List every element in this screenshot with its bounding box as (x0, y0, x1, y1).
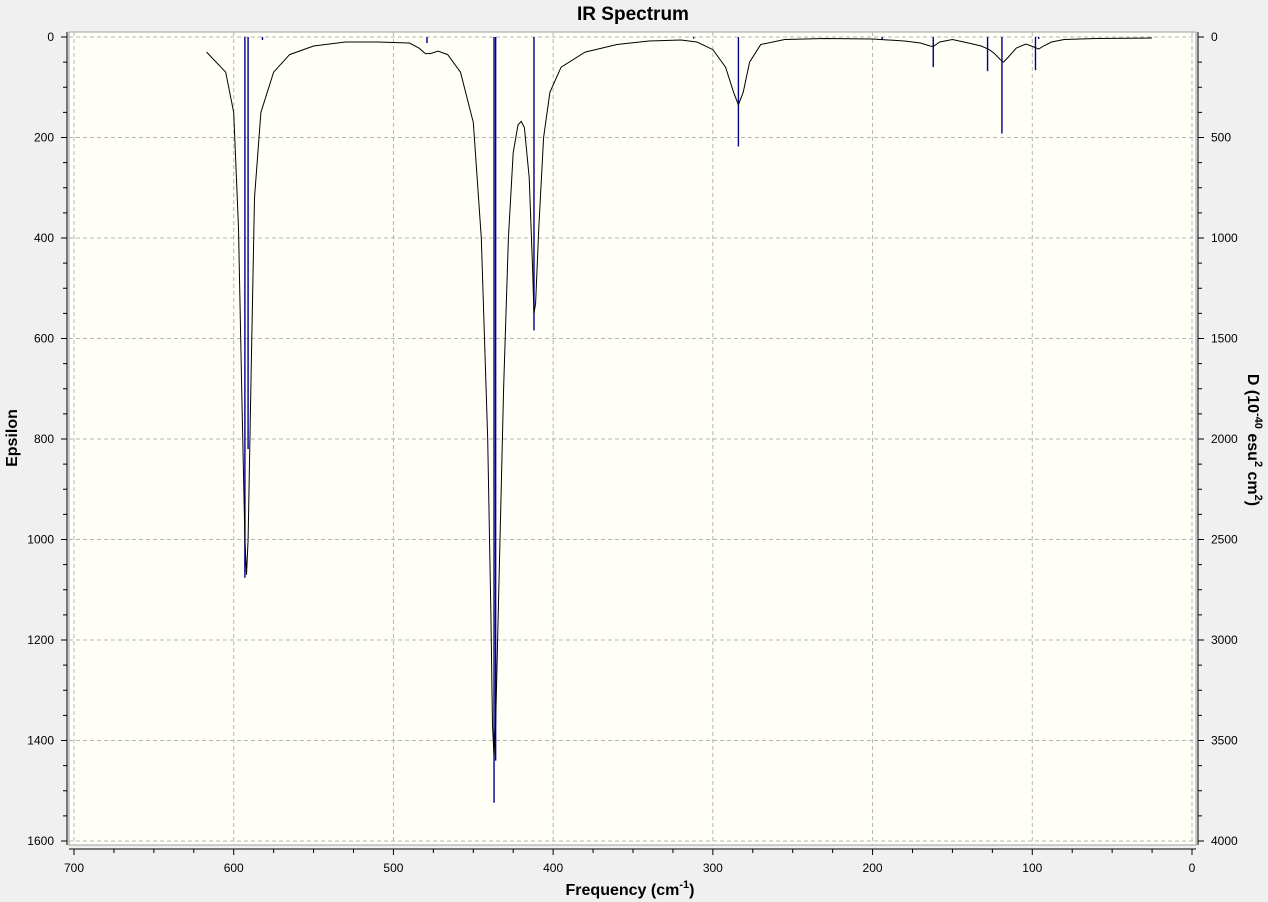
ir-spectrum-chart: 700 600 500 400 300 200 100 0020040060080010001… (0, 0, 1268, 902)
y-left-tick-label: 1400 (27, 734, 54, 748)
x-tick-label: 0 (1189, 861, 1196, 875)
x-tick-label: 200 (863, 861, 883, 875)
y-right-tick-label: 500 (1211, 131, 1231, 145)
x-tick-label: 700 (64, 861, 84, 875)
y-axis-left-title: Epsilon (4, 409, 21, 467)
y-left-tick-label: 200 (34, 131, 54, 145)
chart-title: IR Spectrum (577, 4, 689, 25)
y-left-tick-label: 800 (34, 432, 54, 446)
y-left-tick-label: 1600 (27, 834, 54, 848)
y-right-tick-label: 1500 (1211, 332, 1238, 346)
y-right-tick-label: 2000 (1211, 432, 1238, 446)
y-right-tick-label: 4000 (1211, 834, 1238, 848)
y-right-tick-label: 3500 (1211, 734, 1238, 748)
y-axis-right-title: D (10-40 esu2 cm2) (1244, 374, 1264, 506)
y-left-tick-label: 1000 (27, 533, 54, 547)
x-tick-label: 400 (543, 861, 563, 875)
y-right-tick-label: 0 (1211, 30, 1218, 44)
x-tick-label: 300 (703, 861, 723, 875)
y-right-tick-label: 1000 (1211, 231, 1238, 245)
x-tick-label: 600 (224, 861, 244, 875)
y-left-tick-label: 400 (34, 231, 54, 245)
x-axis-title: Frequency (cm-1) (566, 879, 695, 899)
y-left-tick-label: 1200 (27, 633, 54, 647)
y-left-tick-label: 600 (34, 332, 54, 346)
y-left-tick-label: 0 (47, 30, 54, 44)
y-right-tick-label: 2500 (1211, 533, 1238, 547)
y-right-tick-label: 3000 (1211, 633, 1238, 647)
x-tick-label: 100 (1022, 861, 1042, 875)
x-tick-label: 500 (383, 861, 403, 875)
